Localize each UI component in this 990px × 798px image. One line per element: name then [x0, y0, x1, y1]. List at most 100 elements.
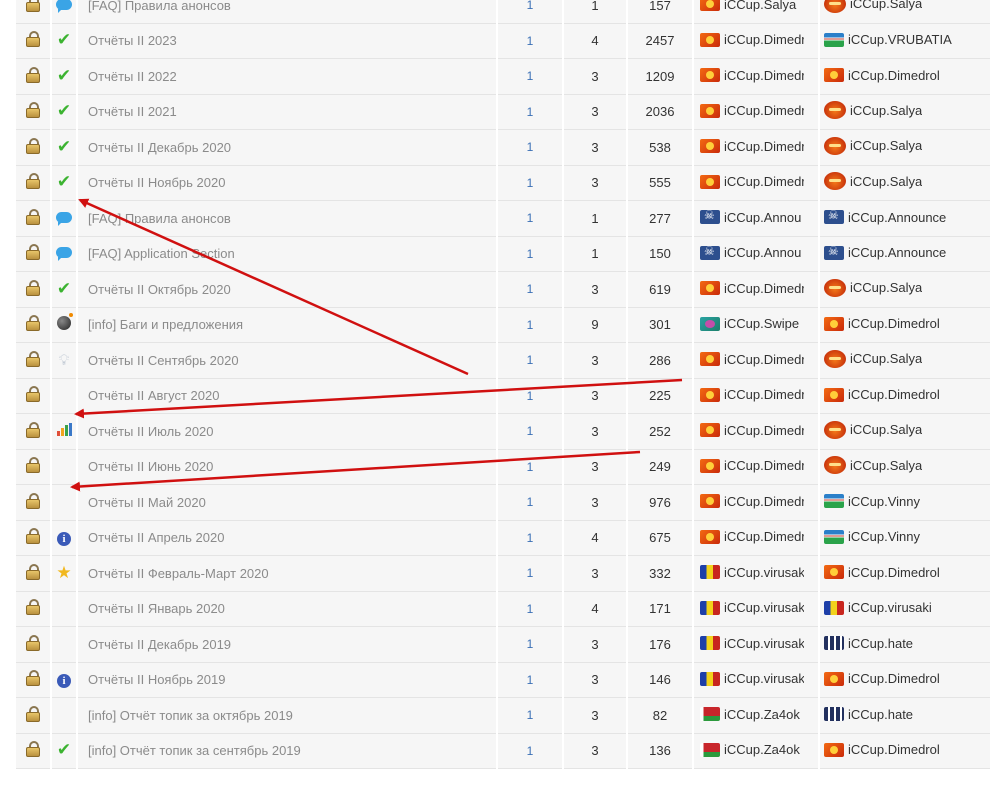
- last-poster-name[interactable]: iCCup.Dimedrol: [848, 68, 940, 83]
- last-poster-name[interactable]: iCCup.Salya: [850, 174, 922, 189]
- topic-row[interactable]: ✔ Отчёты II 2023 1 4 2457 iCCup.Dimedr iCCup.V…: [16, 23, 990, 59]
- topic-author[interactable]: iCCup.Dimedr: [693, 484, 820, 521]
- last-poster-name[interactable]: iCCup.Vinny: [848, 529, 920, 544]
- topic-last-poster[interactable]: iCCup.virusaki: [819, 591, 990, 627]
- topic-author[interactable]: iCCup.Dimedr: [693, 58, 820, 95]
- topic-author[interactable]: iCCup.Dimedr: [693, 413, 820, 450]
- topic-last-poster[interactable]: iCCup.Dimedrol: [819, 378, 990, 414]
- last-poster-name[interactable]: iCCup.Salya: [850, 422, 922, 437]
- topic-row[interactable]: [info] Отчёт топик за октябрь 2019 1 3 82 iC…: [16, 697, 990, 734]
- author-name[interactable]: iCCup.Za4ok: [724, 742, 804, 757]
- topic-row[interactable]: Отчёты II Май 2020 1 3 976 iCCup.Dimedr iCCup…: [16, 484, 990, 521]
- topic-last-poster[interactable]: iCCup.Salya: [819, 129, 990, 166]
- author-name[interactable]: iCCup.virusak: [724, 565, 804, 580]
- topic-author[interactable]: iCCup.Dimedr: [693, 378, 820, 414]
- topic-pages-link[interactable]: 1: [497, 733, 564, 769]
- last-poster-name[interactable]: iCCup.Dimedrol: [848, 671, 940, 686]
- topic-last-poster[interactable]: iCCup.Vinny: [819, 484, 990, 521]
- topic-row[interactable]: ✔ Отчёты II Ноябрь 2020 1 3 555 iCCup.Dimedr i…: [16, 165, 990, 201]
- topic-row[interactable]: Отчёты II Июнь 2020 1 3 249 iCCup.Dimedr iCCu…: [16, 449, 990, 485]
- author-name[interactable]: iCCup.virusak: [724, 636, 804, 651]
- topic-author[interactable]: iCCup.virusak: [693, 591, 820, 627]
- topic-author[interactable]: iCCup.Salya: [693, 0, 820, 24]
- topic-row[interactable]: 💡︎ Отчёты II Сентябрь 2020 1 3 286 iCCup.Dime…: [16, 342, 990, 379]
- author-name[interactable]: iCCup.Swipe: [724, 316, 804, 331]
- author-name[interactable]: iCCup.Dimedr: [724, 32, 804, 47]
- topic-last-poster[interactable]: iCCup.Dimedrol: [819, 58, 990, 95]
- last-poster-name[interactable]: iCCup.Dimedrol: [848, 565, 940, 580]
- topic-pages-link[interactable]: 1: [497, 271, 564, 308]
- topic-author[interactable]: iCCup.Za4ok: [693, 697, 820, 734]
- topic-pages-link[interactable]: 1: [497, 23, 564, 59]
- topic-author[interactable]: iCCup.Dimedr: [693, 165, 820, 201]
- topic-last-poster[interactable]: iCCup.hate: [819, 697, 990, 734]
- topic-author[interactable]: iCCup.Dimedr: [693, 94, 820, 130]
- last-poster-name[interactable]: iCCup.Salya: [850, 138, 922, 153]
- author-name[interactable]: iCCup.Annou: [724, 245, 804, 260]
- topic-row[interactable]: i Отчёты II Ноябрь 2019 1 3 146 iCCup.virusak…: [16, 662, 990, 698]
- topic-title-link[interactable]: Отчёты II Июль 2020: [77, 413, 498, 450]
- topic-title-link[interactable]: [FAQ] Правила анонсов: [77, 200, 498, 237]
- topic-last-poster[interactable]: iCCup.VRUBATIA: [819, 23, 990, 59]
- topic-last-poster[interactable]: iCCup.Salya: [819, 94, 990, 130]
- last-poster-name[interactable]: iCCup.Dimedrol: [848, 387, 940, 402]
- topic-last-poster[interactable]: iCCup.Salya: [819, 449, 990, 485]
- author-name[interactable]: iCCup.Dimedr: [724, 174, 804, 189]
- topic-pages-link[interactable]: 1: [497, 236, 564, 272]
- topic-last-poster[interactable]: iCCup.Vinny: [819, 520, 990, 556]
- topic-pages-link[interactable]: 1: [497, 129, 564, 166]
- last-poster-name[interactable]: iCCup.Vinny: [848, 494, 920, 509]
- author-name[interactable]: iCCup.virusak: [724, 600, 804, 615]
- topic-pages-link[interactable]: 1: [497, 378, 564, 414]
- author-name[interactable]: iCCup.Za4ok: [724, 707, 804, 722]
- topic-row[interactable]: [FAQ] Правила анонсов 1 1 157 iCCup.Salya iCC…: [16, 0, 990, 24]
- topic-last-poster[interactable]: iCCup.hate: [819, 626, 990, 663]
- topic-last-poster[interactable]: iCCup.Salya: [819, 342, 990, 379]
- topic-title-link[interactable]: Отчёты II 2021: [77, 94, 498, 130]
- topic-row[interactable]: ✔ Отчёты II Октябрь 2020 1 3 619 iCCup.Dimedr…: [16, 271, 990, 308]
- topic-author[interactable]: iCCup.Annou: [693, 200, 820, 237]
- author-name[interactable]: iCCup.Dimedr: [724, 423, 804, 438]
- topic-pages-link[interactable]: 1: [497, 520, 564, 556]
- topic-author[interactable]: iCCup.Dimedr: [693, 520, 820, 556]
- topic-author[interactable]: iCCup.Dimedr: [693, 129, 820, 166]
- topic-author[interactable]: iCCup.virusak: [693, 626, 820, 663]
- author-name[interactable]: iCCup.Dimedr: [724, 68, 804, 83]
- author-name[interactable]: iCCup.Dimedr: [724, 281, 804, 296]
- topic-title-link[interactable]: Отчёты II Январь 2020: [77, 591, 498, 627]
- topic-last-poster[interactable]: iCCup.Salya: [819, 271, 990, 308]
- topic-row[interactable]: [info] Баги и предложения 1 9 301 iCCup.Swip…: [16, 307, 990, 343]
- last-poster-name[interactable]: iCCup.Salya: [850, 280, 922, 295]
- topic-title-link[interactable]: Отчёты II Август 2020: [77, 378, 498, 414]
- topic-row[interactable]: i Отчёты II Апрель 2020 1 4 675 iCCup.Dimedr i…: [16, 520, 990, 556]
- topic-row[interactable]: ✔ Отчёты II 2022 1 3 1209 iCCup.Dimedr iCCup.D…: [16, 58, 990, 95]
- author-name[interactable]: iCCup.Salya: [724, 0, 804, 12]
- topic-pages-link[interactable]: 1: [497, 662, 564, 698]
- topic-pages-link[interactable]: 1: [497, 591, 564, 627]
- topic-row[interactable]: Отчёты II Декабрь 2019 1 3 176 iCCup.virusak…: [16, 626, 990, 663]
- author-name[interactable]: iCCup.Dimedr: [724, 352, 804, 367]
- topic-pages-link[interactable]: 1: [497, 555, 564, 592]
- last-poster-name[interactable]: iCCup.Announce: [848, 210, 946, 225]
- topic-title-link[interactable]: [info] Отчёт топик за сентябрь 2019: [77, 733, 498, 769]
- topic-author[interactable]: iCCup.virusak: [693, 555, 820, 592]
- topic-title-link[interactable]: [info] Отчёт топик за октябрь 2019: [77, 697, 498, 734]
- author-name[interactable]: iCCup.Dimedr: [724, 103, 804, 118]
- last-poster-name[interactable]: iCCup.Salya: [850, 351, 922, 366]
- topic-row[interactable]: Отчёты II Август 2020 1 3 225 iCCup.Dimedr iC…: [16, 378, 990, 414]
- topic-author[interactable]: iCCup.Dimedr: [693, 449, 820, 485]
- topic-pages-link[interactable]: 1: [497, 200, 564, 237]
- topic-last-poster[interactable]: iCCup.Announce: [819, 236, 990, 272]
- topic-title-link[interactable]: Отчёты II 2022: [77, 58, 498, 95]
- last-poster-name[interactable]: iCCup.virusaki: [848, 600, 932, 615]
- topic-title-link[interactable]: Отчёты II Декабрь 2019: [77, 626, 498, 663]
- topic-row[interactable]: ✔ Отчёты II 2021 1 3 2036 iCCup.Dimedr iCCup.S…: [16, 94, 990, 130]
- last-poster-name[interactable]: iCCup.VRUBATIA: [848, 32, 952, 47]
- topic-last-poster[interactable]: iCCup.Salya: [819, 413, 990, 450]
- topic-title-link[interactable]: Отчёты II Апрель 2020: [77, 520, 498, 556]
- topic-row[interactable]: Отчёты II Июль 2020 1 3 252 iCCup.Dimedr iCCu…: [16, 413, 990, 450]
- topic-author[interactable]: iCCup.Za4ok: [693, 733, 820, 769]
- topic-row[interactable]: [FAQ] Application Section11150iCCup.Anno…: [16, 236, 990, 272]
- topic-row[interactable]: [FAQ] Правила анонсов11277iCCup.AnnouiCC…: [16, 200, 990, 237]
- topic-pages-link[interactable]: 1: [497, 449, 564, 485]
